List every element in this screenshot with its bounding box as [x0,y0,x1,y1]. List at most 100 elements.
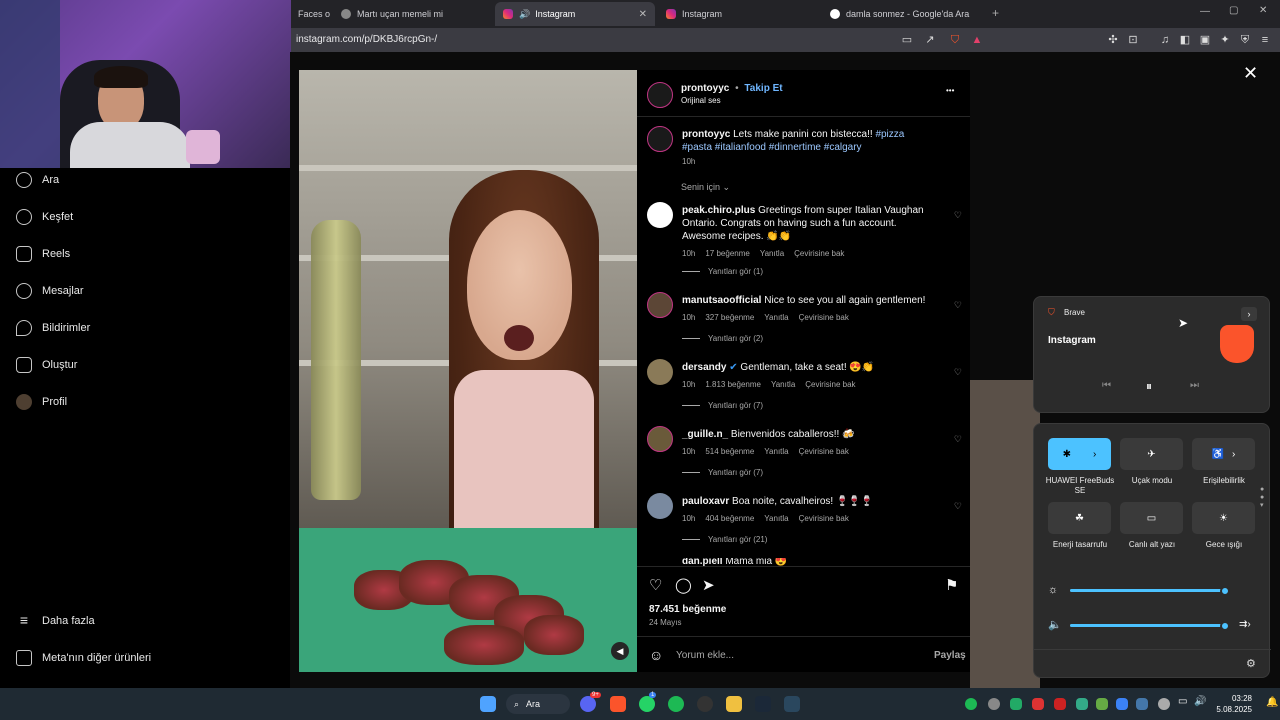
notification-bell-icon[interactable]: 🔔 [1266,697,1278,708]
commenter-avatar[interactable] [647,493,673,519]
comment-username[interactable]: dersandy [682,362,726,373]
reply-button[interactable]: Yanıtla [771,380,795,389]
audio-output-icon[interactable]: ⇉› [1239,619,1251,630]
nav-messages[interactable]: Mesajlar [16,282,84,300]
tab-google[interactable]: damla sonmez - Google'da Ara [822,2,982,26]
chevron-right-icon[interactable]: › [1241,307,1257,321]
translate-button[interactable]: Çevirisine bak [794,249,844,258]
tray-app-icon[interactable] [1054,698,1066,710]
url-field[interactable]: instagram.com/p/DKBJ6rcpGn-/ [296,34,437,45]
heart-icon[interactable]: ♡ [954,367,962,378]
save-icon[interactable]: ⚑ [945,576,958,594]
commenter-avatar[interactable] [647,202,673,228]
pause-icon[interactable]: ⏸ [1146,379,1152,394]
tab-instagram[interactable]: Instagram [658,2,818,26]
view-replies[interactable]: Yanıtları gör (1) [682,267,763,276]
emoji-icon[interactable]: ☺ [649,647,663,663]
comment-username[interactable]: dan.piell [682,558,723,566]
share-icon[interactable]: ↗ [923,33,937,47]
steam-icon[interactable] [784,696,800,712]
more-options-icon[interactable]: ••• [946,86,954,95]
tray-app-icon[interactable] [1010,698,1022,710]
speaker-icon[interactable]: ◀ [611,642,629,660]
commenter-avatar[interactable] [647,426,673,452]
comment-likes[interactable]: 17 beğenme [705,249,749,258]
heart-icon[interactable]: ♡ [954,300,962,311]
nav-profile[interactable]: Profil [16,393,67,411]
share-icon[interactable]: ➤ [702,576,715,594]
view-replies[interactable]: Yanıtları gör (2) [682,334,763,343]
new-tab-button[interactable]: + [992,6,999,20]
steam-icon[interactable] [755,696,771,712]
tab-marti[interactable]: Martı uçan memeli mi [333,2,493,26]
comment-username[interactable]: peak.chiro.plus [682,205,755,216]
brave-shield-icon[interactable]: ⛉ [948,33,962,47]
previous-track-icon[interactable]: ⏮ [1102,380,1111,391]
reply-button[interactable]: Yanıtla [764,313,788,322]
brave-rewards-icon[interactable]: ▲ [970,33,984,47]
post-video[interactable]: ◀ [299,70,637,672]
next-track-icon[interactable]: ⏭ [1190,380,1199,391]
nav-search[interactable]: Ara [16,171,59,189]
cast-icon[interactable]: ▭ [900,33,914,47]
accessibility-tile[interactable]: ♿ › [1192,438,1255,470]
translate-button[interactable]: Çevirisine bak [799,313,849,322]
clock-date[interactable]: 5.08.2025 [1214,705,1252,714]
energy-saver-tile[interactable]: ☘ [1048,502,1111,534]
comment-input[interactable]: Yorum ekle... [676,650,734,661]
reply-button[interactable]: Yanıtla [764,447,788,456]
brave-icon[interactable] [610,696,626,712]
discord-icon[interactable] [580,696,596,712]
nav-notifications[interactable]: Bildirimler [16,319,90,337]
app-icon[interactable] [697,696,713,712]
minimize-button[interactable]: — [1200,6,1210,17]
close-icon[interactable]: ✕ [639,9,647,20]
tray-app-icon[interactable] [988,698,1000,710]
comment-likes[interactable]: 327 beğenme [705,313,754,322]
speaker-icon[interactable]: 🔊 [1194,696,1206,707]
nav-meta[interactable]: Meta'nın diğer ürünleri [16,649,151,667]
menu-icon[interactable]: ≡ [1258,33,1272,47]
windows-start-icon[interactable] [480,696,496,712]
like-count[interactable]: 87.451 beğenme [649,604,726,615]
bluetooth-tile[interactable]: ✱ › [1048,438,1111,470]
caption-username[interactable]: prontoyyc [682,129,730,140]
comment-username[interactable]: manutsaoofficial [682,295,761,306]
network-icon[interactable]: ▭ [1178,696,1187,707]
view-replies[interactable]: Yanıtları gör (7) [682,401,763,410]
comment-username[interactable]: pauloxavr [682,496,729,507]
microphone-icon[interactable] [1158,698,1170,710]
reply-button[interactable]: Yanıtla [760,249,784,258]
nav-explore[interactable]: Keşfet [16,208,73,226]
brightness-slider[interactable] [1219,586,1230,596]
comment-likes[interactable]: 404 beğenme [705,514,754,523]
airplane-tile[interactable]: ✈ [1120,438,1183,470]
comment-likes[interactable]: 1.813 beğenme [705,380,761,389]
clock-time[interactable]: 03:28 [1216,694,1252,703]
maximize-button[interactable]: ▢ [1229,5,1238,16]
spotify-icon[interactable] [668,696,684,712]
reply-button[interactable]: Yanıtla [764,514,788,523]
tray-app-icon[interactable] [1096,698,1108,710]
sidebar-icon[interactable]: ◧ [1178,33,1192,47]
author-avatar[interactable] [647,82,673,108]
night-light-tile[interactable]: ☀ [1192,502,1255,534]
brightness-track[interactable] [1070,586,1230,596]
wallet-icon[interactable]: ▣ [1198,33,1212,47]
nav-reels[interactable]: Reels [16,245,70,263]
tray-spotify-icon[interactable] [965,698,977,710]
settings-gear-icon[interactable]: ⚙ [1246,657,1256,670]
file-explorer-icon[interactable] [726,696,742,712]
whatsapp-icon[interactable] [639,696,655,712]
close-modal-icon[interactable]: ✕ [1243,63,1258,84]
view-replies[interactable]: Yanıtları gör (7) [682,468,763,477]
taskbar-search[interactable]: ⌕ Ara [506,694,570,714]
bluetooth-icon[interactable] [1116,698,1128,710]
commenter-avatar[interactable] [647,359,673,385]
heart-icon[interactable]: ♡ [954,434,962,445]
vpn-icon[interactable]: ⛨ [1238,33,1252,47]
like-icon[interactable]: ♡ [649,576,662,594]
heart-icon[interactable]: ♡ [954,210,962,221]
window-close-button[interactable]: ✕ [1259,5,1267,16]
tray-app-icon[interactable] [1076,698,1088,710]
